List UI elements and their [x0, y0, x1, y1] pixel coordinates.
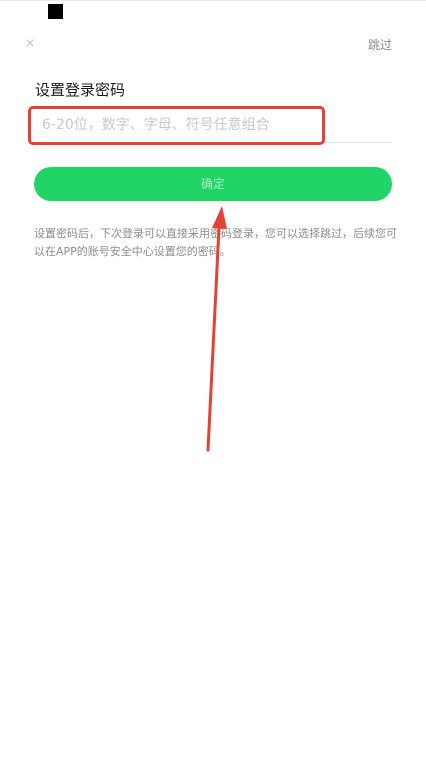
status-bar-indicator	[48, 4, 63, 19]
password-input[interactable]	[42, 112, 372, 138]
skip-button[interactable]: 跳过	[368, 37, 392, 53]
password-hint-text: 设置密码后，下次登录可以直接采用密码登录，您可以选择跳过，后续您可以在APP的账…	[34, 227, 397, 258]
password-field	[30, 109, 392, 143]
top-divider	[0, 0, 426, 1]
close-icon[interactable]	[24, 37, 36, 49]
confirm-button[interactable]: 确定	[34, 167, 392, 201]
page-title: 设置登录密码	[35, 81, 126, 99]
